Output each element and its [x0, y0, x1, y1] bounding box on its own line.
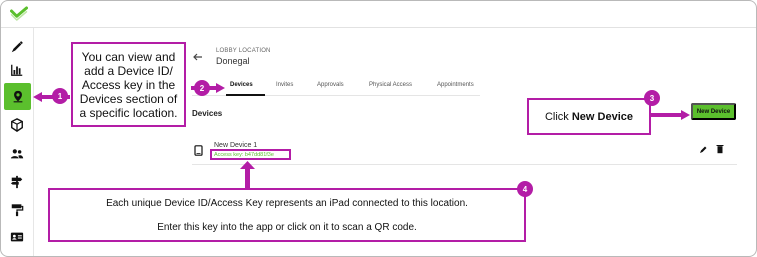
- nav-item-branding[interactable]: [5, 199, 29, 221]
- tab-physical-access[interactable]: Physical Access: [369, 82, 412, 88]
- device-name: New Device 1: [214, 142, 258, 149]
- callout-3-arrow: [651, 110, 690, 120]
- pencil-icon: [11, 41, 23, 53]
- nav-item-directions[interactable]: [5, 171, 29, 193]
- people-icon: [10, 149, 24, 159]
- devices-section-title: Devices: [192, 109, 223, 118]
- nav-item-badges[interactable]: [5, 226, 29, 248]
- top-bar: [1, 1, 756, 28]
- tab-devices[interactable]: Devices: [230, 82, 253, 88]
- callout-4-arrow: [240, 161, 255, 188]
- nav-item-edit[interactable]: [5, 36, 29, 58]
- callout-3-prefix: Click: [544, 110, 572, 123]
- new-device-button[interactable]: New Device: [691, 103, 736, 120]
- step-4-badge: 4: [517, 181, 533, 197]
- step-2-badge: 2: [194, 80, 210, 96]
- signpost-icon: [10, 175, 23, 189]
- paint-roller-icon: [11, 204, 24, 217]
- tab-approvals[interactable]: Approvals: [317, 82, 344, 88]
- tab-appointments[interactable]: Appointments: [437, 82, 474, 88]
- step-1-badge: 1: [52, 88, 68, 104]
- nav-item-packages[interactable]: [5, 114, 29, 136]
- trash-icon[interactable]: [716, 144, 724, 154]
- callout-4-line-2: Enter this key into the app or click on …: [157, 221, 417, 233]
- logo-check-icon: [10, 6, 28, 21]
- callout-3: Click New Device: [527, 98, 651, 135]
- side-rail: [1, 28, 34, 256]
- callout-3-strong: New Device: [571, 110, 634, 123]
- tablet-icon: [194, 145, 203, 156]
- location-pin-icon: [13, 90, 22, 102]
- callout-4-line-1: Each unique Device ID/Access Key represe…: [106, 197, 468, 209]
- tab-invites[interactable]: Invites: [276, 82, 293, 88]
- step-3-badge: 3: [644, 90, 660, 106]
- id-card-icon: [10, 232, 24, 242]
- nav-item-locations[interactable]: [4, 83, 31, 110]
- callout-1: You can view and add a Device ID/ Access…: [71, 42, 186, 127]
- access-key-highlight: [210, 149, 291, 160]
- location-caption: LOBBY LOCATION: [216, 48, 271, 54]
- active-tab-indicator: [226, 94, 265, 96]
- app-frame: LOBBY LOCATION Donegal Devices Invites A…: [0, 0, 757, 257]
- callout-4: Each unique Device ID/Access Key represe…: [48, 188, 526, 242]
- bar-chart-icon: [11, 64, 23, 76]
- cube-icon: [11, 118, 23, 132]
- device-row-divider: [192, 164, 737, 165]
- callout-1-text: You can view and add a Device ID/ Access…: [79, 49, 178, 120]
- back-arrow-icon[interactable]: [192, 51, 204, 63]
- nav-item-people[interactable]: [5, 143, 29, 165]
- nav-item-analytics[interactable]: [5, 59, 29, 81]
- page-title: Donegal: [216, 56, 250, 66]
- edit-icon[interactable]: [699, 145, 708, 154]
